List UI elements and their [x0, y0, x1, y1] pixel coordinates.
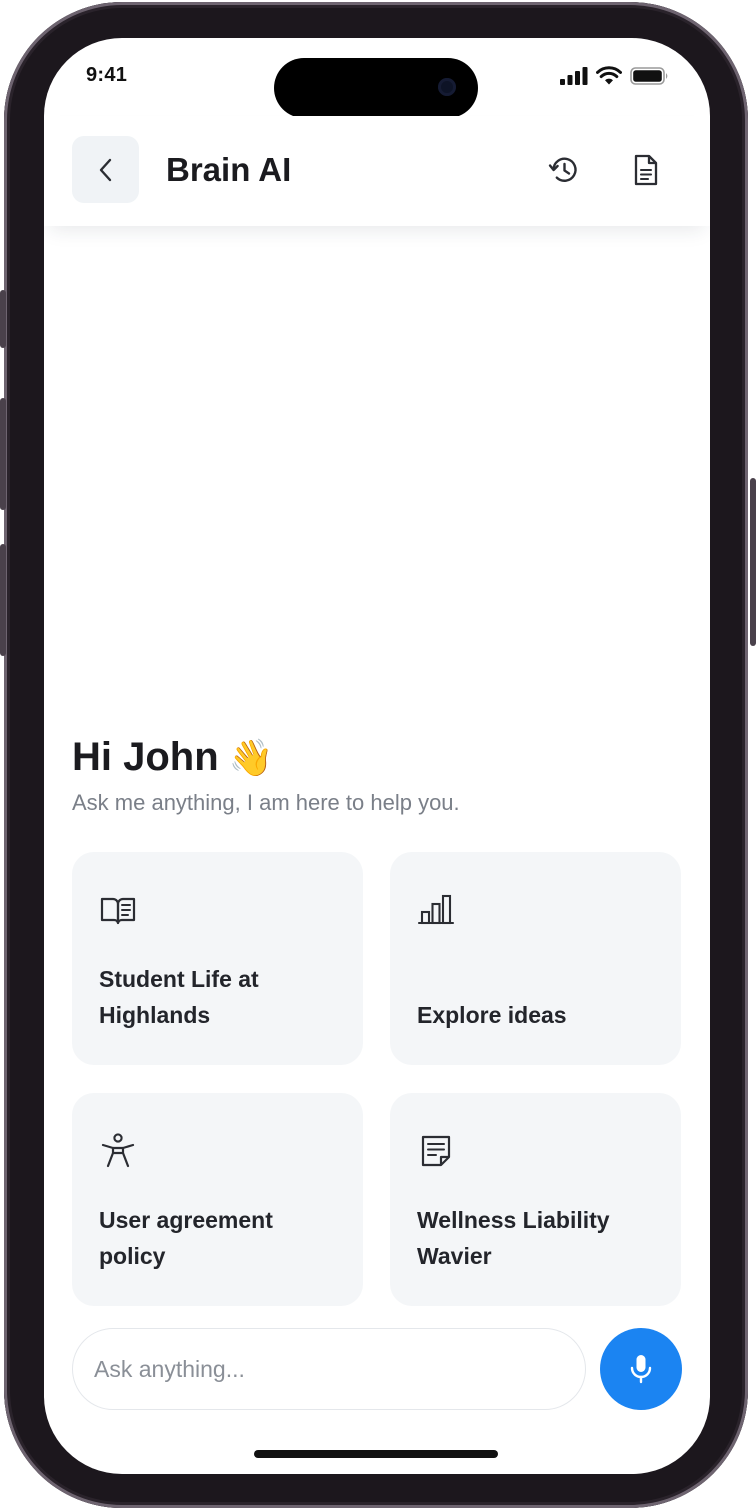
back-button[interactable] [72, 136, 139, 203]
book-icon [100, 897, 136, 925]
power-side-button [750, 478, 756, 646]
home-indicator [254, 1450, 498, 1458]
chevron-left-icon [99, 158, 111, 181]
front-camera-icon [438, 78, 456, 96]
document-icon [634, 154, 658, 186]
history-button[interactable] [544, 150, 584, 190]
greeting-text: Hi John [72, 735, 219, 779]
history-icon [548, 157, 577, 182]
app-screen: 9:41 Brain AI Hi John 👋 Ask me anything,… [44, 38, 710, 1474]
chat-input[interactable] [73, 1329, 585, 1409]
app-header: Brain AI [44, 116, 710, 226]
suggestion-card-student-life[interactable]: Student Life at Highlands [72, 852, 363, 1065]
card-label: Explore ideas [417, 1002, 567, 1028]
suggestion-card-user-agreement[interactable]: User agreement policy [72, 1093, 363, 1306]
status-bar: 9:41 [44, 38, 710, 118]
page-title: Brain AI [166, 151, 292, 188]
microphone-button[interactable] [600, 1328, 682, 1410]
greeting-subtitle: Ask me anything, I am here to help you. [72, 790, 460, 815]
signal-icon [560, 66, 588, 85]
volume-up-side-button [0, 398, 6, 510]
chat-input-container [72, 1328, 586, 1410]
card-label: Wellness Liability Wavier [417, 1207, 610, 1269]
suggestion-card-wellness-waiver[interactable]: Wellness Liability Wavier [390, 1093, 681, 1306]
status-time: 9:41 [86, 64, 128, 86]
document-button[interactable] [626, 150, 666, 190]
card-label: Student Life at Highlands [99, 966, 259, 1028]
volume-down-side-button [0, 544, 6, 656]
waving-hand-emoji: 👋 [228, 736, 274, 778]
greeting-title: Hi John 👋 [72, 735, 274, 780]
note-icon [421, 1135, 451, 1167]
status-icons [560, 66, 670, 85]
microphone-icon [630, 1355, 652, 1384]
bar-chart-icon [417, 894, 455, 925]
dynamic-island [274, 58, 478, 118]
action-side-button [0, 290, 6, 348]
accessibility-icon [101, 1133, 135, 1168]
suggestion-card-explore-ideas[interactable]: Explore ideas [390, 852, 681, 1065]
battery-icon [630, 66, 668, 85]
card-label: User agreement policy [99, 1207, 273, 1269]
wifi-icon [596, 66, 622, 85]
